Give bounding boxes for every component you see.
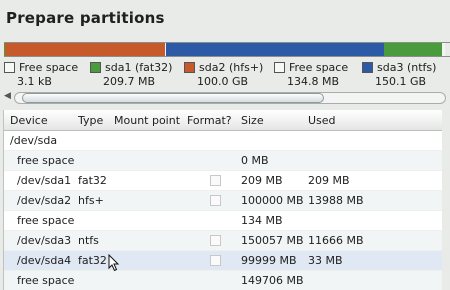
partition-segment-sda4 bbox=[384, 43, 443, 56]
partition-bar bbox=[4, 42, 450, 57]
format-checkbox[interactable] bbox=[210, 235, 221, 246]
legend-swatch bbox=[274, 62, 285, 73]
mouse-pointer-icon bbox=[108, 254, 120, 272]
cell-device: /dev/sda2 bbox=[17, 194, 72, 207]
legend-swatch bbox=[362, 62, 373, 73]
legend-size: 100.0 GB bbox=[197, 75, 249, 88]
table-row[interactable]: /dev/sda bbox=[4, 131, 442, 151]
cell-size: 0 MB bbox=[241, 154, 269, 167]
legend-scrollbar[interactable]: ◀ bbox=[4, 90, 446, 104]
legend-swatch bbox=[184, 62, 195, 73]
legend-swatch bbox=[4, 62, 15, 73]
cell-device: free space bbox=[17, 154, 75, 167]
legend-size: 134.8 MB bbox=[287, 75, 340, 88]
scroll-left-arrow-icon[interactable]: ◀ bbox=[4, 91, 11, 101]
legend-label: Free space bbox=[19, 61, 79, 74]
legend-label: sda2 (hfs+) bbox=[199, 61, 264, 74]
page-title: Prepare partitions bbox=[6, 9, 165, 27]
format-checkbox[interactable] bbox=[210, 195, 221, 206]
legend-item: sda3 (ntfs) 150.1 GB bbox=[362, 61, 436, 88]
table-row[interactable]: free space 134 MB bbox=[4, 211, 442, 231]
table-row[interactable]: free space 149706 MB bbox=[4, 271, 442, 290]
cell-device: /dev/sda bbox=[10, 134, 58, 147]
format-checkbox[interactable] bbox=[210, 175, 221, 186]
cell-type: fat32 bbox=[78, 254, 107, 267]
partition-legend: Free space 3.1 kB sda1 (fat32) 209.7 MB sda2… bbox=[0, 61, 450, 89]
scroll-thumb[interactable] bbox=[22, 93, 324, 103]
legend-item: sda2 (hfs+) 100.0 GB bbox=[184, 61, 263, 88]
cell-used: 33 MB bbox=[308, 254, 343, 267]
table-row[interactable]: /dev/sda2 hfs+ 100000 MB 13988 MB bbox=[4, 191, 442, 211]
legend-size: 3.1 kB bbox=[17, 75, 52, 88]
cell-device: free space bbox=[17, 214, 75, 227]
cell-type: ntfs bbox=[78, 234, 99, 247]
cell-used: 13988 MB bbox=[308, 194, 364, 207]
cell-size: 209 MB bbox=[241, 174, 283, 187]
legend-size: 150.1 GB bbox=[375, 75, 427, 88]
cell-device: /dev/sda1 bbox=[17, 174, 72, 187]
legend-item: Free space 134.8 MB bbox=[274, 61, 348, 88]
table-row[interactable]: /dev/sda1 fat32 209 MB 209 MB bbox=[4, 171, 442, 191]
column-header-type[interactable]: Type bbox=[78, 114, 103, 127]
column-header-device[interactable]: Device bbox=[10, 114, 48, 127]
format-checkbox[interactable] bbox=[210, 255, 221, 266]
partition-segment-sda2 bbox=[4, 43, 166, 56]
partition-segment-free-space-3 bbox=[442, 43, 445, 56]
cell-size: 99999 MB bbox=[241, 254, 297, 267]
legend-item: sda1 (fat32) 209.7 MB bbox=[90, 61, 172, 88]
legend-label: sda1 (fat32) bbox=[105, 61, 173, 74]
column-header-mount-point[interactable]: Mount point bbox=[114, 114, 180, 127]
cell-type: fat32 bbox=[78, 174, 107, 187]
legend-size: 209.7 MB bbox=[103, 75, 156, 88]
cell-used: 209 MB bbox=[308, 174, 350, 187]
partition-table: Device Type Mount point Format? Size Use… bbox=[3, 110, 442, 290]
cell-size: 149706 MB bbox=[241, 274, 304, 287]
cell-used: 11666 MB bbox=[308, 234, 364, 247]
cell-device: /dev/sda3 bbox=[17, 234, 72, 247]
cell-size: 134 MB bbox=[241, 214, 283, 227]
table-row[interactable]: /dev/sda3 ntfs 150057 MB 11666 MB bbox=[4, 231, 442, 251]
column-header-size[interactable]: Size bbox=[241, 114, 264, 127]
cell-size: 100000 MB bbox=[241, 194, 304, 207]
table-row[interactable]: free space 0 MB bbox=[4, 151, 442, 171]
cell-device: free space bbox=[17, 274, 75, 287]
table-row[interactable]: /dev/sda4 fat32 99999 MB 33 MB bbox=[4, 251, 442, 271]
cell-device: /dev/sda4 bbox=[17, 254, 72, 267]
legend-label: sda3 (ntfs) bbox=[377, 61, 437, 74]
legend-label: Free space bbox=[289, 61, 349, 74]
partition-segment-sda3 bbox=[165, 43, 385, 56]
cell-type: hfs+ bbox=[78, 194, 104, 207]
cell-size: 150057 MB bbox=[241, 234, 304, 247]
legend-item: Free space 3.1 kB bbox=[4, 61, 78, 88]
column-header-used[interactable]: Used bbox=[308, 114, 336, 127]
column-header-format[interactable]: Format? bbox=[187, 114, 232, 127]
table-header: Device Type Mount point Format? Size Use… bbox=[4, 110, 442, 131]
legend-swatch bbox=[90, 62, 101, 73]
